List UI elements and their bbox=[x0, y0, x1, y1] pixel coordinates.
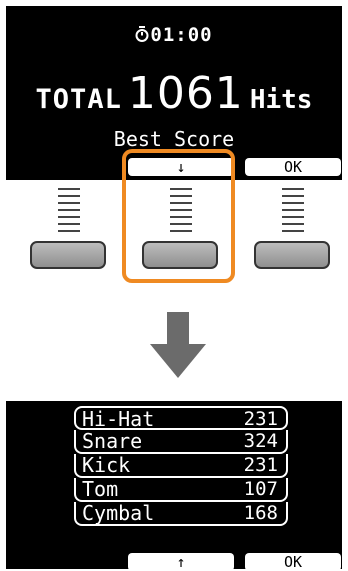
drum-name: Snare bbox=[82, 429, 143, 453]
button-3-ticks bbox=[282, 188, 304, 237]
clock-icon bbox=[135, 25, 149, 47]
list-item: Kick 231 bbox=[74, 454, 288, 478]
drum-hits: 231 bbox=[243, 454, 278, 476]
total-hits: TOTAL 1061 Hits bbox=[6, 68, 342, 119]
total-label: TOTAL bbox=[35, 84, 122, 115]
function-button-1[interactable] bbox=[30, 241, 106, 269]
total-value: 1061 bbox=[127, 68, 244, 119]
down-arrow-icon bbox=[150, 312, 206, 384]
button-highlight bbox=[122, 149, 235, 283]
softkey-ok: OK bbox=[245, 553, 341, 571]
drum-name: Kick bbox=[82, 453, 131, 477]
list-item: Tom 107 bbox=[74, 478, 288, 502]
drum-name: Hi-Hat bbox=[82, 407, 155, 431]
list-item: Snare 324 bbox=[74, 430, 288, 454]
list-item: Cymbal 168 bbox=[74, 502, 288, 526]
softkey-up: ↑ bbox=[128, 553, 234, 571]
score-details-screen: Hi-Hat 231 Snare 324 Kick 231 Tom 107 Cy… bbox=[6, 401, 342, 571]
softkey-ok: OK bbox=[245, 158, 341, 176]
screen-subtitle: Best Score bbox=[113, 127, 235, 151]
timer-display: 01:00 bbox=[6, 24, 342, 47]
drum-hits: 324 bbox=[243, 430, 278, 452]
drum-name: Tom bbox=[82, 477, 119, 501]
drum-hits: 168 bbox=[243, 502, 278, 524]
drum-name: Cymbal bbox=[82, 501, 155, 525]
drum-hits: 231 bbox=[243, 408, 278, 430]
list-item: Hi-Hat 231 bbox=[74, 406, 288, 430]
score-list: Hi-Hat 231 Snare 324 Kick 231 Tom 107 Cy… bbox=[74, 406, 288, 526]
button-1-ticks bbox=[58, 188, 80, 237]
total-unit: Hits bbox=[249, 85, 313, 115]
drum-hits: 107 bbox=[243, 478, 278, 500]
timer-value: 01:00 bbox=[150, 24, 213, 46]
function-button-3[interactable] bbox=[254, 241, 330, 269]
